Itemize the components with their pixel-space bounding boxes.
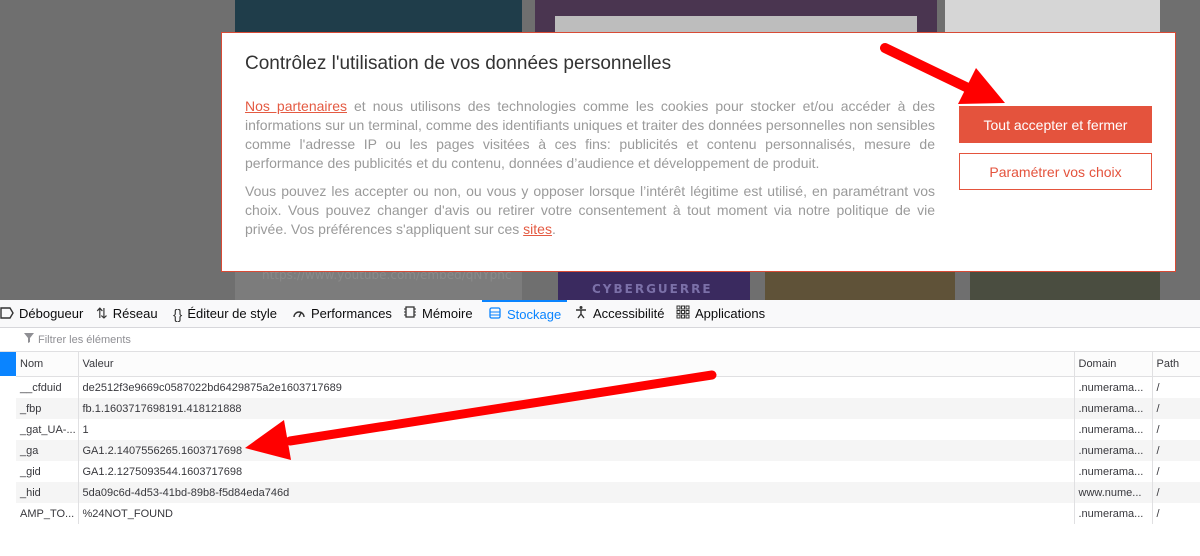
- cookie-value: GA1.2.1407556265.1603717698: [78, 440, 1075, 461]
- filter-bar[interactable]: Filtrer les éléments: [0, 328, 1200, 352]
- cookie-value: 5da09c6d-4d53-41bd-89b8-f5d84eda746d: [78, 482, 1075, 503]
- column-header-value[interactable]: Valeur: [78, 352, 1075, 377]
- table-row[interactable]: _hid 5da09c6d-4d53-41bd-89b8-f5d84eda746…: [16, 482, 1200, 503]
- cookie-path: /: [1152, 398, 1200, 419]
- cookie-value: GA1.2.1275093544.1603717698: [78, 461, 1075, 482]
- cookie-path: /: [1152, 440, 1200, 461]
- column-header-name[interactable]: Nom: [16, 352, 79, 377]
- column-header-domain[interactable]: Domain: [1074, 352, 1153, 377]
- cookie-path: /: [1152, 376, 1200, 398]
- cookie-value: de2512f3e9669c0587022bd6429875a2e1603717…: [78, 376, 1075, 398]
- table-row[interactable]: _gid GA1.2.1275093544.1603717698 .numera…: [16, 461, 1200, 482]
- braces-icon: {}: [173, 305, 183, 322]
- cookie-path: /: [1152, 461, 1200, 482]
- debugger-icon: [0, 306, 14, 322]
- consent-paragraph-2: Vous pouvez les accepter ou non, ou vous…: [245, 183, 935, 237]
- cookie-name: _gid: [16, 461, 79, 482]
- accept-all-button[interactable]: Tout accepter et fermer: [959, 106, 1152, 143]
- table-row[interactable]: _gat_UA-... 1 .numerama... /: [16, 419, 1200, 440]
- table-row[interactable]: AMP_TO... %24NOT_FOUND .numerama... /: [16, 503, 1200, 524]
- network-icon: ⇅: [96, 305, 108, 321]
- gauge-icon: [292, 306, 306, 322]
- tab-debugger[interactable]: Débogueur: [0, 300, 83, 327]
- table-header-row: Nom Valeur Domain Path: [16, 352, 1200, 377]
- tab-memory[interactable]: Mémoire: [403, 300, 473, 327]
- devtools-toolbar: Débogueur ⇅ Réseau {} Éditeur de style P…: [0, 300, 1200, 328]
- cookie-name: _ga: [16, 440, 79, 461]
- article-thumbnail: [970, 272, 1160, 300]
- storage-icon: [488, 306, 502, 323]
- consent-title: Contrôlez l'utilisation de vos données p…: [245, 53, 672, 74]
- thumbnail-caption: CYBERGUERRE: [592, 282, 713, 296]
- cookie-domain: www.nume...: [1074, 482, 1153, 503]
- cookie-name: _fbp: [16, 398, 79, 419]
- tab-network[interactable]: ⇅ Réseau: [96, 300, 158, 327]
- article-thumbnail: [765, 272, 955, 300]
- tab-storage[interactable]: Stockage: [482, 300, 568, 327]
- storage-tree-selected[interactable]: [0, 352, 16, 376]
- cookie-name: _gat_UA-...: [16, 419, 79, 440]
- filter-input[interactable]: Filtrer les éléments: [38, 334, 131, 346]
- configure-choices-button[interactable]: Paramétrer vos choix: [959, 153, 1152, 190]
- sites-link[interactable]: sites: [523, 221, 552, 237]
- accessibility-icon: [574, 305, 588, 322]
- tab-style-editor[interactable]: {} Éditeur de style: [173, 300, 277, 327]
- table-row[interactable]: __cfduid de2512f3e9669c0587022bd6429875a…: [16, 376, 1200, 398]
- cookie-path: /: [1152, 503, 1200, 524]
- table-row[interactable]: _fbp fb.1.1603717698191.418121888 .numer…: [16, 398, 1200, 419]
- chip-icon: [403, 305, 417, 322]
- consent-body: Nos partenaires et nous utilisons des te…: [245, 97, 935, 248]
- cookie-domain: .numerama...: [1074, 419, 1153, 440]
- cookie-path: /: [1152, 482, 1200, 503]
- grid-icon: [676, 305, 690, 322]
- cookie-domain: .numerama...: [1074, 503, 1153, 524]
- devtools-panel: Débogueur ⇅ Réseau {} Éditeur de style P…: [0, 300, 1200, 556]
- cookie-domain: .numerama...: [1074, 398, 1153, 419]
- article-thumbnail: [945, 0, 1160, 35]
- cookies-table: Nom Valeur Domain Path __cfduid de2512f3…: [16, 352, 1200, 524]
- partners-link[interactable]: Nos partenaires: [245, 98, 347, 114]
- cookie-name: AMP_TO...: [16, 503, 79, 524]
- cookie-domain: .numerama...: [1074, 440, 1153, 461]
- tab-performance[interactable]: Performances: [292, 300, 392, 327]
- filter-icon: [24, 333, 34, 346]
- cookie-path: /: [1152, 419, 1200, 440]
- table-row[interactable]: _ga GA1.2.1407556265.1603717698 .numeram…: [16, 440, 1200, 461]
- consent-dialog: Contrôlez l'utilisation de vos données p…: [221, 32, 1176, 272]
- cookie-name: __cfduid: [16, 376, 79, 398]
- storage-tree[interactable]: [0, 376, 16, 556]
- cookie-value: %24NOT_FOUND: [78, 503, 1075, 524]
- article-thumbnail: [535, 0, 937, 35]
- tab-applications[interactable]: Applications: [676, 300, 765, 327]
- cookie-domain: .numerama...: [1074, 376, 1153, 398]
- cookie-value: 1: [78, 419, 1075, 440]
- article-thumbnail: [235, 0, 522, 35]
- consent-paragraph-1: Nos partenaires et nous utilisons des te…: [245, 98, 936, 171]
- tab-accessibility[interactable]: Accessibilité: [574, 300, 665, 327]
- cookie-name: _hid: [16, 482, 79, 503]
- cookie-domain: .numerama...: [1074, 461, 1153, 482]
- column-header-path[interactable]: Path: [1152, 352, 1200, 377]
- cookie-value: fb.1.1603717698191.418121888: [78, 398, 1075, 419]
